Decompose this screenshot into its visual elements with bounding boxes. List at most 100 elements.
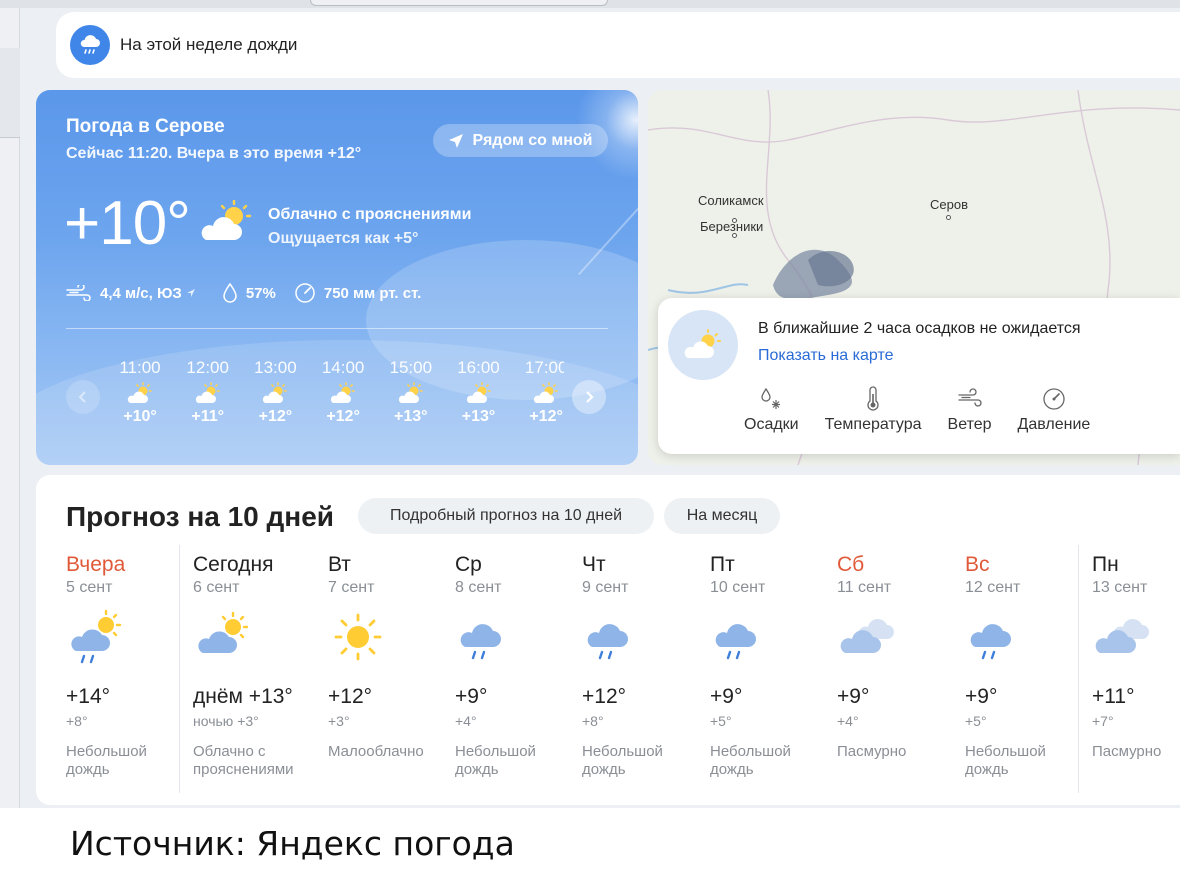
day-date: 7 сент	[328, 579, 375, 596]
forecast-day[interactable]: Пн 13 сент +11° +7° Пасмурно	[1092, 553, 1180, 761]
day-condition: Небольшой дождь	[965, 743, 1046, 778]
partly-cloudy-icon	[178, 382, 238, 408]
day-condition: Небольшой дождь	[582, 743, 663, 778]
browser-tab[interactable]	[310, 0, 608, 6]
day-separator	[1078, 545, 1079, 793]
humidity-value: 57%	[245, 284, 276, 302]
layer-label: Осадки	[744, 416, 799, 433]
alert-text: На этой неделе дожди	[120, 35, 298, 54]
hourly-forecast: 11:00 +10° 12:00 +11° 13:00 +12° 14:00 +12° 15:0…	[110, 358, 564, 438]
sun-cloud-rain-icon	[66, 607, 186, 671]
show-on-map-link[interactable]: Показать на карте	[758, 347, 893, 365]
map-city-label: Серов	[930, 197, 968, 212]
hourly-next-button[interactable]	[572, 380, 606, 414]
pressure-gauge-icon	[1043, 388, 1065, 410]
forecast-day[interactable]: Чт 9 сент +12° +8° Небольшой дождь	[582, 553, 702, 779]
humidity-drop-icon	[223, 282, 237, 303]
wind-icon	[957, 388, 982, 407]
month-forecast-button[interactable]: На месяц	[664, 498, 780, 534]
forecast-day[interactable]: Пт 10 сент +9° +5° Небольшой дождь	[710, 553, 830, 779]
partly-cloudy-icon	[516, 382, 564, 408]
day-max-temp: +11°	[1092, 685, 1135, 708]
forecast-day[interactable]: Вт 7 сент +12° +3° Малооблачно	[328, 553, 448, 761]
city-title: Погода в Серове	[66, 116, 225, 137]
partly-cloudy-icon	[381, 382, 441, 408]
layer-wind[interactable]: Ветер	[948, 386, 992, 434]
layer-temperature[interactable]: Температура	[825, 386, 922, 434]
layer-label: Температура	[824, 416, 922, 433]
partly-cloudy-icon	[198, 199, 256, 249]
chevron-right-icon	[586, 391, 594, 403]
day-date: 10 сент	[710, 579, 766, 596]
wind-value: 4,4 м/с, ЮЗ	[100, 284, 182, 302]
day-condition: Небольшой дождь	[455, 743, 536, 778]
day-condition: Пасмурно	[1092, 743, 1162, 760]
weekly-alert[interactable]: На этой неделе дожди	[56, 12, 1180, 78]
day-min-temp: +4°	[837, 713, 859, 729]
forecast-day[interactable]: Ср 8 сент +9° +4° Небольшой дождь	[455, 553, 575, 779]
nowcast-panel: В ближайшие 2 часа осадков не ожидается …	[658, 298, 1180, 454]
screen: На этой неделе дожди Погода в Серове Сей…	[0, 0, 1180, 890]
day-min-temp: +5°	[965, 713, 987, 729]
layer-label: Ветер	[947, 416, 992, 433]
pressure-metric: 750 мм рт. ст.	[294, 282, 421, 304]
hourly-item: 12:00 +11°	[178, 358, 238, 426]
day-name: Сегодня	[193, 553, 274, 576]
hour-time: 17:00	[524, 358, 564, 377]
hourly-prev-button[interactable]	[66, 380, 100, 414]
precipitation-icon	[761, 387, 781, 409]
layer-label: Давление	[1017, 416, 1091, 433]
current-time-note: Сейчас 11:20. Вчера в это время +12°	[66, 145, 362, 162]
location-arrow-icon	[449, 133, 464, 148]
day-name: Вс	[965, 553, 990, 576]
forecast-day[interactable]: Вчера 5 сент +14° +8° Небольшой дождь	[66, 553, 186, 779]
wind-direction-icon	[186, 289, 195, 297]
feels-like: Ощущается как +5°	[268, 230, 419, 247]
hour-temperature: +10°	[123, 408, 157, 425]
layer-precipitation[interactable]: Осадки	[744, 386, 799, 434]
forecast-day[interactable]: Сб 11 сент +9° +4° Пасмурно	[837, 553, 957, 761]
overcast-icon	[837, 607, 957, 671]
pressure-gauge-icon	[295, 283, 315, 303]
day-max-temp: +9°	[455, 685, 488, 708]
hour-temperature: +11°	[191, 408, 225, 425]
forecast-day[interactable]: Вс 12 сент +9° +5° Небольшой дождь	[965, 553, 1085, 779]
day-date: 11 сент	[837, 579, 892, 596]
day-name: Вт	[328, 553, 351, 576]
weather-page: На этой неделе дожди Погода в Серове Сей…	[20, 8, 1180, 808]
city-marker	[946, 215, 951, 220]
hour-temperature: +12°	[326, 408, 360, 425]
sun-icon	[328, 607, 448, 671]
day-name: Чт	[582, 553, 606, 576]
rain-cloud-icon	[455, 607, 575, 671]
pressure-value: 750 мм рт. ст.	[323, 284, 422, 302]
hour-time: 12:00	[186, 358, 229, 377]
partly-cloudy-icon	[313, 382, 373, 408]
rain-cloud-icon	[710, 607, 830, 671]
day-condition: Небольшой дождь	[710, 743, 791, 778]
day-condition: Пасмурно	[837, 743, 907, 760]
forecast-title: Прогноз на 10 дней	[66, 501, 334, 532]
hour-time: 15:00	[389, 358, 433, 377]
day-date: 5 сент	[66, 579, 113, 596]
current-metrics: 4,4 м/с, ЮЗ 57% 750 мм рт. ст.	[66, 282, 439, 304]
forecast-day[interactable]: Сегодня 6 сент днём +13° ночью +3° Облачно с…	[193, 553, 313, 779]
day-max-temp: +9°	[965, 685, 998, 708]
hour-temperature: +12°	[258, 408, 293, 425]
day-name: Пт	[710, 553, 735, 576]
hour-temperature: +13°	[394, 408, 428, 425]
day-min-temp: +8°	[582, 713, 604, 729]
hourly-item: 16:00 +13°	[449, 358, 509, 426]
day-condition: Облачно с прояснениями	[193, 743, 294, 778]
day-max-temp: +12°	[582, 685, 627, 708]
hourly-item: 11:00 +10°	[110, 358, 170, 426]
nearby-button[interactable]: Рядом со мной	[433, 124, 608, 157]
left-pane-panel	[0, 48, 20, 138]
map-city-label: Соликамск	[698, 193, 764, 208]
day-max-temp: днём +13°	[193, 685, 293, 708]
rain-cloud-icon	[965, 607, 1085, 671]
partly-cloudy-icon	[668, 310, 738, 380]
layer-pressure[interactable]: Давление	[1017, 386, 1091, 434]
day-max-temp: +9°	[837, 685, 870, 708]
detailed-forecast-button[interactable]: Подробный прогноз на 10 дней	[358, 498, 654, 534]
